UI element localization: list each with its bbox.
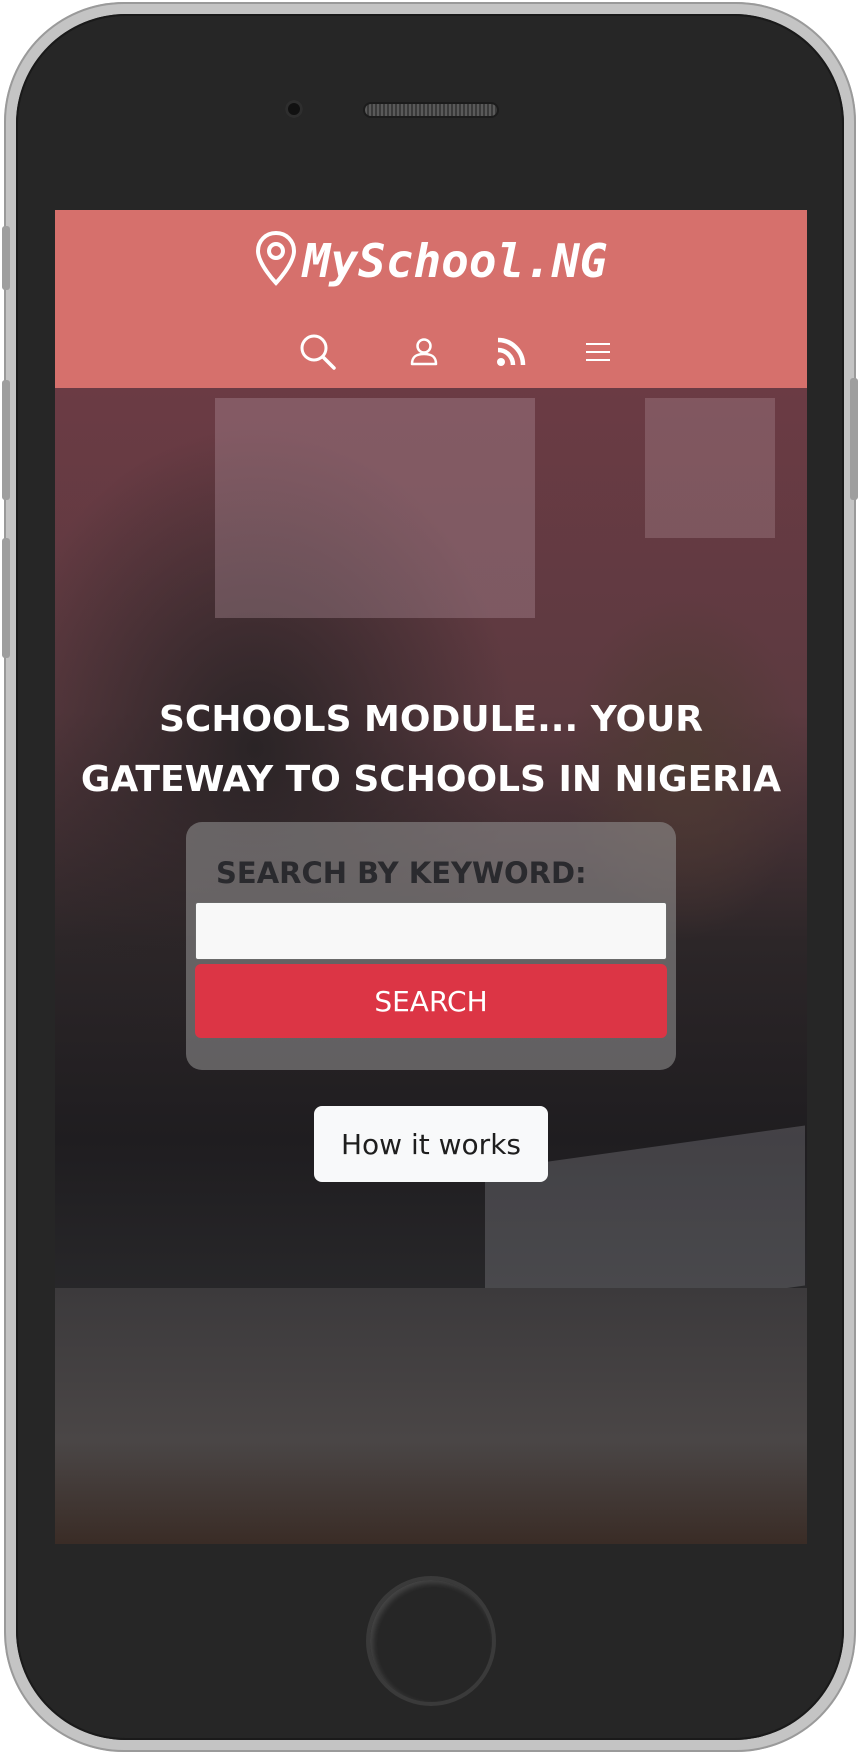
how-it-works-button[interactable]: How it works <box>314 1106 548 1182</box>
keyword-search-input[interactable] <box>195 902 667 960</box>
background-image-detail <box>55 1288 807 1544</box>
phone-screen: MySchool.NG SCHOOLS MODULE... YOUR GATEW… <box>55 210 807 1544</box>
volume-down-button <box>2 538 10 658</box>
front-camera <box>285 100 303 118</box>
power-button <box>850 378 858 500</box>
mute-switch <box>2 226 10 290</box>
header-nav <box>55 324 807 380</box>
user-icon[interactable] <box>396 324 452 380</box>
search-icon[interactable] <box>290 324 346 380</box>
earpiece-speaker <box>365 104 497 116</box>
brand-name: MySchool.NG <box>302 234 608 288</box>
rss-icon[interactable] <box>483 324 539 380</box>
background-image-detail <box>215 398 535 618</box>
search-label: SEARCH BY KEYWORD: <box>216 856 587 890</box>
location-pin-icon <box>255 230 297 292</box>
keyword-search-form: SEARCH BY KEYWORD: SEARCH <box>186 822 676 1070</box>
brand-logo[interactable]: MySchool.NG <box>55 228 807 294</box>
background-image-detail <box>645 398 775 538</box>
hero-title: SCHOOLS MODULE... YOUR GATEWAY TO SCHOOL… <box>80 699 782 800</box>
device-mockup: MySchool.NG SCHOOLS MODULE... YOUR GATEW… <box>0 0 862 1754</box>
hero-section: SCHOOLS MODULE... YOUR GATEWAY TO SCHOOL… <box>55 388 807 1544</box>
menu-icon[interactable] <box>570 324 626 380</box>
home-button[interactable] <box>366 1576 496 1706</box>
site-header: MySchool.NG <box>55 210 807 388</box>
search-button[interactable]: SEARCH <box>195 964 667 1038</box>
volume-up-button <box>2 380 10 500</box>
